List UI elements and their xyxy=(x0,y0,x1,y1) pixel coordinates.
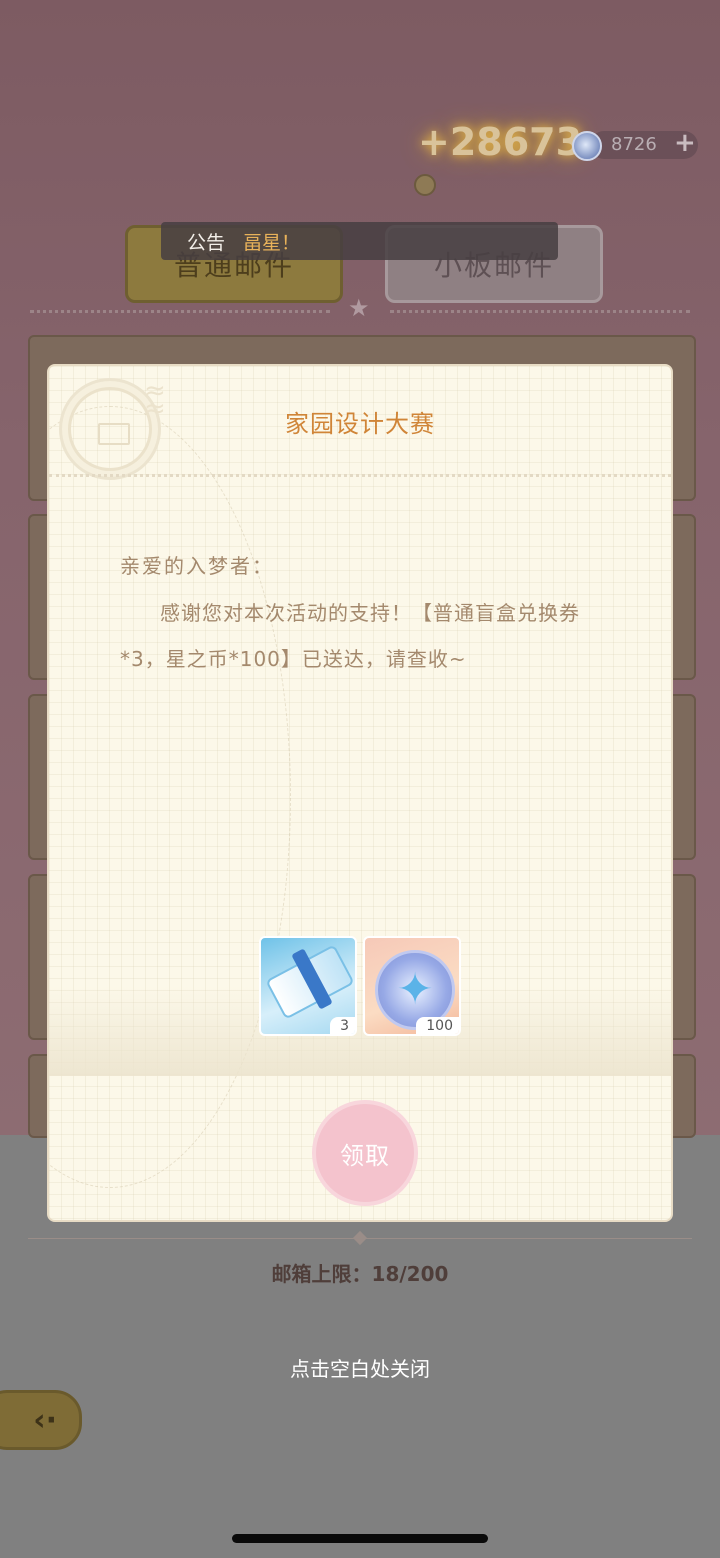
gold-coin-icon xyxy=(414,174,436,196)
claim-label: 领取 xyxy=(340,1141,390,1170)
mailbox-capacity: 邮箱上限：18/200 xyxy=(271,1262,449,1286)
mail-detail-modal: ≈ ≈ 家园设计大赛 亲爱的入梦者： 感谢您对本次活动的支持！【普通盲盒兑换券*3… xyxy=(47,364,673,1222)
star-coin-icon xyxy=(572,131,602,161)
mail-body: 感谢您对本次活动的支持！【普通盲盒兑换券*3，星之币*100】已送达，请查收~ xyxy=(120,601,580,671)
reward-item-ticket[interactable]: 3 xyxy=(259,936,357,1036)
home-indicator[interactable] xyxy=(232,1534,488,1543)
reward-quantity: 3 xyxy=(330,1017,355,1034)
compass-star-icon: ✦ xyxy=(396,964,434,1015)
add-currency-button[interactable]: + xyxy=(674,128,696,158)
reward-item-star-coin[interactable]: ✦ 100 xyxy=(363,936,461,1036)
mail-title: 家园设计大赛 xyxy=(285,410,435,438)
reward-gain-popup: +28673 xyxy=(418,118,582,166)
divider-left xyxy=(30,310,330,313)
announcement-message: 畐星！ xyxy=(243,231,301,254)
back-button[interactable]: ‹· xyxy=(0,1390,82,1450)
mail-greeting: 亲爱的入梦者： xyxy=(120,554,274,578)
gain-amount: +28673 xyxy=(418,120,583,164)
announcement-label: 公告 xyxy=(187,231,226,254)
close-hint: 点击空白处关闭 xyxy=(290,1357,430,1381)
star-ornament-icon: ★ xyxy=(348,294,370,322)
header-separator xyxy=(49,474,671,477)
divider-right xyxy=(390,310,690,313)
reward-list: 3 ✦ 100 xyxy=(259,936,461,1036)
back-arrow-icon: ‹· xyxy=(33,1402,57,1438)
star-coin-value: 8726 xyxy=(611,134,657,155)
reward-quantity: 100 xyxy=(416,1017,459,1034)
announcement-banner: 公告 畐星！ xyxy=(161,222,558,260)
claim-button[interactable]: 领取 xyxy=(312,1100,418,1206)
